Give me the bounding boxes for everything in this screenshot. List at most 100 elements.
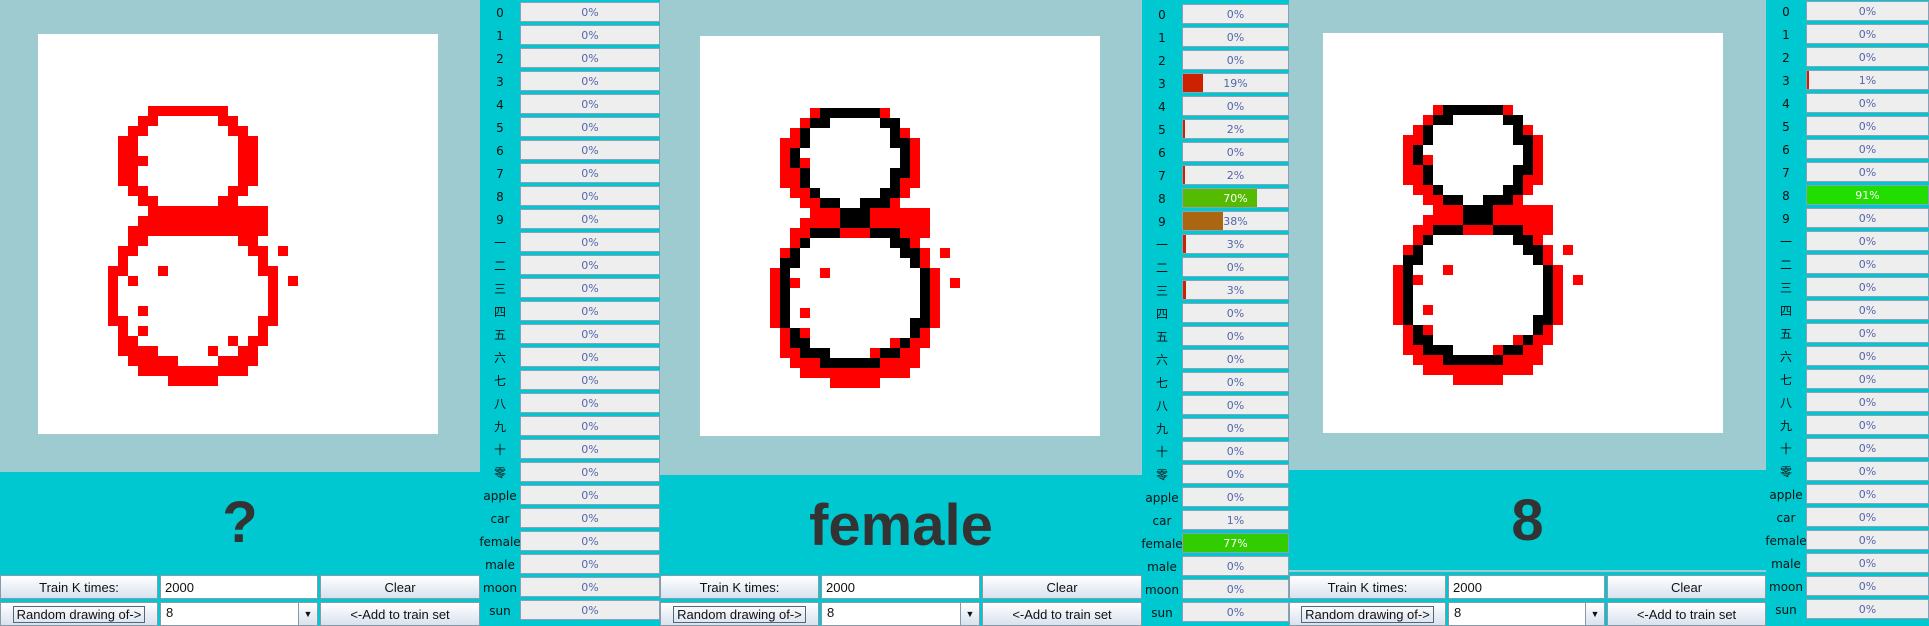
random-drawing-button[interactable]: Random drawing of-> [1289, 602, 1446, 626]
probability-value: 0% [1226, 352, 1245, 366]
ink-pixel [198, 216, 208, 226]
ink-pixel [1523, 355, 1533, 365]
ink-pixel [118, 146, 128, 156]
probability-value: 0% [1226, 421, 1245, 435]
ink-pixel [248, 146, 258, 156]
reconstruction-pixel [900, 248, 910, 258]
class-label: 四 [493, 305, 506, 319]
reconstruction-pixel [1543, 285, 1553, 295]
random-drawing-button[interactable]: Random drawing of-> [660, 602, 819, 626]
clear-button[interactable]: Clear [320, 575, 480, 599]
drawing-canvas[interactable] [700, 36, 1100, 436]
probability-row: 5 2% [1142, 118, 1289, 141]
probability-bar: 0% [520, 416, 660, 436]
reconstruction-pixel [1473, 215, 1483, 225]
ink-pixel [1483, 225, 1493, 235]
random-class-select[interactable]: 8 ▼ [821, 602, 980, 626]
clear-button[interactable]: Clear [1607, 575, 1766, 599]
add-to-train-set-button[interactable]: <-Add to train set [982, 602, 1142, 626]
train-count-input[interactable]: 2000 [1448, 575, 1605, 599]
add-to-train-set-button[interactable]: <-Add to train set [1607, 602, 1766, 626]
ink-pixel [168, 216, 178, 226]
ink-pixel [880, 208, 890, 218]
probability-bars: 0 0% 1 0% 2 0% 3 1% 4 0% 5 0% 6 0% 7 0% 8 91% 9 0% 一 0% 二 0% 三 0%… [1765, 0, 1929, 626]
reconstruction-pixel [780, 268, 790, 278]
class-label: 3 [1158, 76, 1166, 91]
reconstruction-pixel [890, 178, 900, 188]
ink-pixel [1503, 355, 1513, 365]
reconstruction-pixel [800, 238, 810, 248]
probability-value: 0% [1858, 326, 1877, 340]
drawing-area [1289, 0, 1766, 470]
ink-pixel [148, 206, 158, 216]
chevron-down-icon[interactable]: ▼ [298, 603, 317, 625]
ink-pixel [790, 348, 800, 358]
probability-value: 0% [581, 120, 599, 134]
chevron-down-icon[interactable]: ▼ [1585, 603, 1604, 625]
ink-pixel [108, 286, 118, 296]
reconstruction-pixel [800, 348, 810, 358]
class-label: 4 [1782, 96, 1790, 111]
train-count-input[interactable]: 2000 [160, 575, 318, 599]
ink-pixel [1503, 365, 1513, 375]
probability-row: 二 0% [480, 254, 660, 277]
train-k-times-button[interactable]: Train K times: [1289, 575, 1446, 599]
train-count-input[interactable]: 2000 [821, 575, 980, 599]
ink-pixel [910, 158, 920, 168]
probability-row: 8 0% [480, 185, 660, 208]
ink-pixel [248, 236, 258, 246]
probability-bar: 0% [1806, 415, 1929, 435]
ink-pixel [118, 136, 128, 146]
ink-pixel [138, 156, 148, 166]
ink-pixel [178, 226, 188, 236]
ink-pixel [188, 226, 198, 236]
drawing-canvas[interactable] [1323, 33, 1723, 433]
reconstruction-pixel [810, 228, 820, 238]
random-drawing-button[interactable]: Random drawing of-> [0, 602, 158, 626]
ink-pixel [128, 336, 138, 346]
chevron-down-icon[interactable]: ▼ [960, 603, 979, 625]
probability-bar: 0% [520, 301, 660, 321]
ink-pixel [1483, 375, 1493, 385]
reconstruction-pixel [1523, 165, 1533, 175]
reconstruction-pixel [910, 258, 920, 268]
probability-value: 0% [1858, 395, 1877, 409]
ink-pixel [258, 216, 268, 226]
recognizer-panel: ? 0 0% 1 0% 2 0% 3 0% 4 0% 5 0% 6 0% 7 0% 8 0% 9 0% 一 0% 二 0% 三 0%… [0, 0, 660, 626]
probability-bar: 0% [1182, 257, 1289, 277]
drawing-canvas[interactable] [38, 34, 438, 434]
reconstruction-pixel [920, 308, 930, 318]
reconstruction-pixel [1453, 105, 1463, 115]
ink-pixel [910, 148, 920, 158]
reconstruction-pixel [1463, 215, 1473, 225]
class-label: moon [1145, 582, 1179, 597]
ink-pixel [830, 208, 840, 218]
probability-bar: 0% [1182, 487, 1289, 507]
probability-bar: 0% [1806, 254, 1929, 274]
probability-value: 0% [581, 465, 599, 479]
train-k-times-button[interactable]: Train K times: [660, 575, 819, 599]
reconstruction-pixel [1493, 195, 1503, 205]
ink-pixel [920, 248, 930, 258]
ink-pixel [900, 368, 910, 378]
random-class-select[interactable]: 8 ▼ [160, 602, 318, 626]
ink-pixel [900, 128, 910, 138]
probability-row: 五 0% [1766, 322, 1929, 345]
probability-value: 91% [1855, 188, 1880, 202]
class-label: 五 [1155, 330, 1168, 344]
train-k-times-button[interactable]: Train K times: [0, 575, 158, 599]
clear-button[interactable]: Clear [982, 575, 1142, 599]
ink-pixel [1513, 215, 1523, 225]
probability-bar: 0% [1182, 142, 1289, 162]
ink-pixel [880, 368, 890, 378]
probability-bars: 0 0% 1 0% 2 0% 3 19% 4 0% 5 2% 6 0% 7 2% 8 70% 9 38% 一 3% 二 0% 三… [1141, 0, 1289, 626]
add-to-train-set-button[interactable]: <-Add to train set [320, 602, 480, 626]
ink-pixel [820, 218, 830, 228]
reconstruction-pixel [830, 358, 840, 368]
reconstruction-pixel [800, 138, 810, 148]
ink-pixel [218, 106, 228, 116]
random-class-select[interactable]: 8 ▼ [1448, 602, 1605, 626]
probability-row: car 1% [1142, 509, 1289, 532]
class-label: moon [483, 580, 517, 595]
ink-pixel [1523, 205, 1533, 215]
